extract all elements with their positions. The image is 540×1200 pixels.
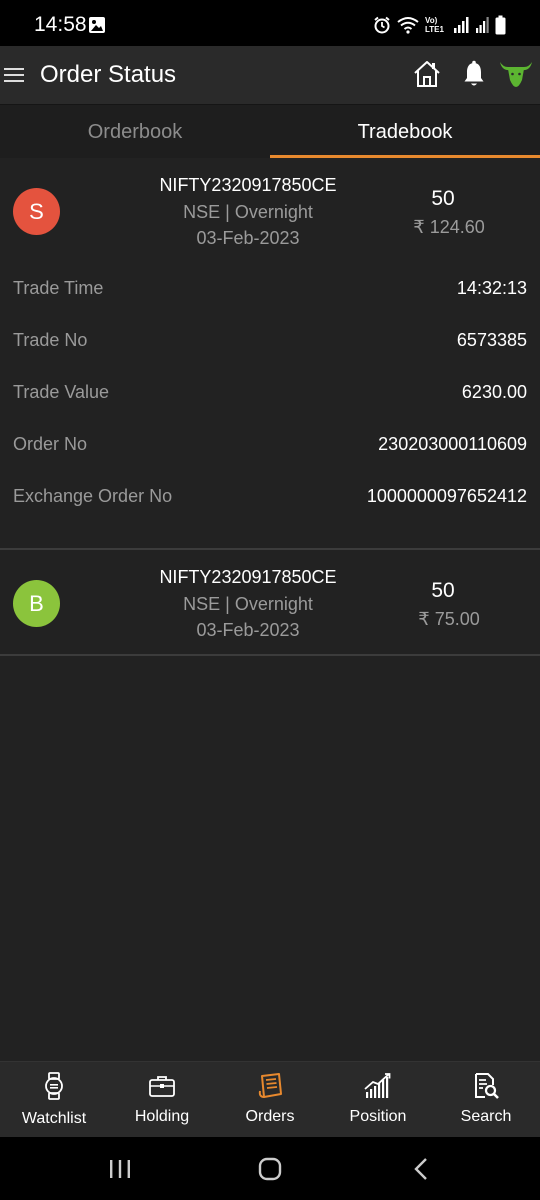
bell-icon[interactable] (462, 60, 486, 88)
nav-label: Position (349, 1108, 407, 1125)
home-icon[interactable] (412, 59, 442, 89)
detail-value: 1000000097652412 (366, 486, 527, 506)
recent-apps-icon[interactable] (107, 1157, 133, 1181)
battery-icon (495, 15, 506, 35)
tab-bar: Orderbook Tradebook (0, 104, 540, 158)
detail-row-order-no: Order No 230203000110609 (0, 418, 540, 470)
status-bar: 14:58 Vo) LTE1 (0, 0, 540, 46)
search-doc-icon (475, 1073, 499, 1099)
trade-quantity: 50 (431, 187, 455, 210)
system-nav-bar (0, 1137, 540, 1200)
detail-label: Trade No (13, 330, 88, 350)
detail-value: 6230.00 (461, 382, 527, 402)
status-icons: Vo) LTE1 (373, 14, 506, 36)
home-button-icon[interactable] (257, 1157, 283, 1181)
tab-tradebook[interactable]: Tradebook (270, 105, 540, 158)
side-badge-buy: B (13, 580, 60, 627)
trade-card-header[interactable]: S NIFTY2320917850CE NSE | Overnight 03-F… (0, 158, 540, 262)
detail-label: Trade Value (13, 382, 110, 402)
trade-card-sell[interactable]: S NIFTY2320917850CE NSE | Overnight 03-F… (0, 158, 540, 550)
detail-value: 6573385 (456, 330, 527, 350)
signal-icon (454, 17, 469, 33)
detail-row-trade-time: Trade Time 14:32:13 (0, 262, 540, 314)
orders-icon (258, 1073, 282, 1098)
nav-orders[interactable]: Orders (216, 1062, 324, 1137)
trade-exchange-product: NSE | Overnight (183, 594, 313, 614)
nav-position[interactable]: Position (324, 1062, 432, 1137)
watch-icon (45, 1072, 63, 1100)
detail-row-exchange-order-no: Exchange Order No 1000000097652412 (0, 470, 540, 522)
position-chart-icon (364, 1073, 391, 1098)
briefcase-icon (149, 1076, 175, 1097)
trade-card-buy[interactable]: B NIFTY2320917850CE NSE | Overnight 03-F… (0, 550, 540, 656)
status-time: 14:58 (34, 13, 87, 36)
detail-row-trade-no: Trade No 6573385 (0, 314, 540, 366)
trade-quantity: 50 (431, 579, 455, 602)
trade-date: 03-Feb-2023 (196, 620, 300, 640)
detail-row-trade-value: Trade Value 6230.00 (0, 366, 540, 418)
nav-label: Holding (134, 1108, 190, 1125)
nav-label: Search (460, 1108, 512, 1125)
trade-date: 03-Feb-2023 (196, 228, 300, 248)
signal-roaming-icon (476, 17, 489, 33)
trade-symbol: NIFTY2320917850CE (159, 175, 337, 195)
detail-label: Order No (13, 434, 88, 454)
detail-value: 230203000110609 (378, 434, 527, 454)
bull-logo-icon[interactable] (499, 59, 533, 89)
detail-label: Exchange Order No (13, 486, 173, 506)
volte-label: Vo) LTE1 (425, 16, 444, 34)
nav-label: Orders (245, 1108, 295, 1125)
nav-search[interactable]: Search (432, 1062, 540, 1137)
trade-price: ₹ 75.00 (418, 609, 480, 629)
alarm-icon (374, 16, 390, 34)
bottom-nav: Watchlist Holding Orders Position Search (0, 1061, 540, 1137)
tradebook-list: S NIFTY2320917850CE NSE | Overnight 03-F… (0, 158, 540, 1061)
gallery-notification-icon (89, 17, 105, 33)
tab-orderbook[interactable]: Orderbook (0, 105, 270, 158)
nav-watchlist[interactable]: Watchlist (0, 1062, 108, 1137)
trade-symbol: NIFTY2320917850CE (159, 567, 337, 587)
app-header: Order Status (0, 46, 540, 104)
nav-label: Watchlist (21, 1110, 87, 1127)
trade-price: ₹ 124.60 (413, 217, 485, 237)
detail-label: Trade Time (13, 278, 104, 298)
side-badge-sell: S (13, 188, 60, 235)
trade-exchange-product: NSE | Overnight (183, 202, 313, 222)
trade-card-header[interactable]: B NIFTY2320917850CE NSE | Overnight 03-F… (0, 550, 540, 654)
wifi-icon (397, 17, 419, 34)
menu-icon[interactable] (4, 65, 26, 85)
back-icon[interactable] (408, 1157, 434, 1181)
nav-holding[interactable]: Holding (108, 1062, 216, 1137)
detail-value: 14:32:13 (456, 278, 527, 298)
page-title: Order Status (40, 61, 177, 88)
